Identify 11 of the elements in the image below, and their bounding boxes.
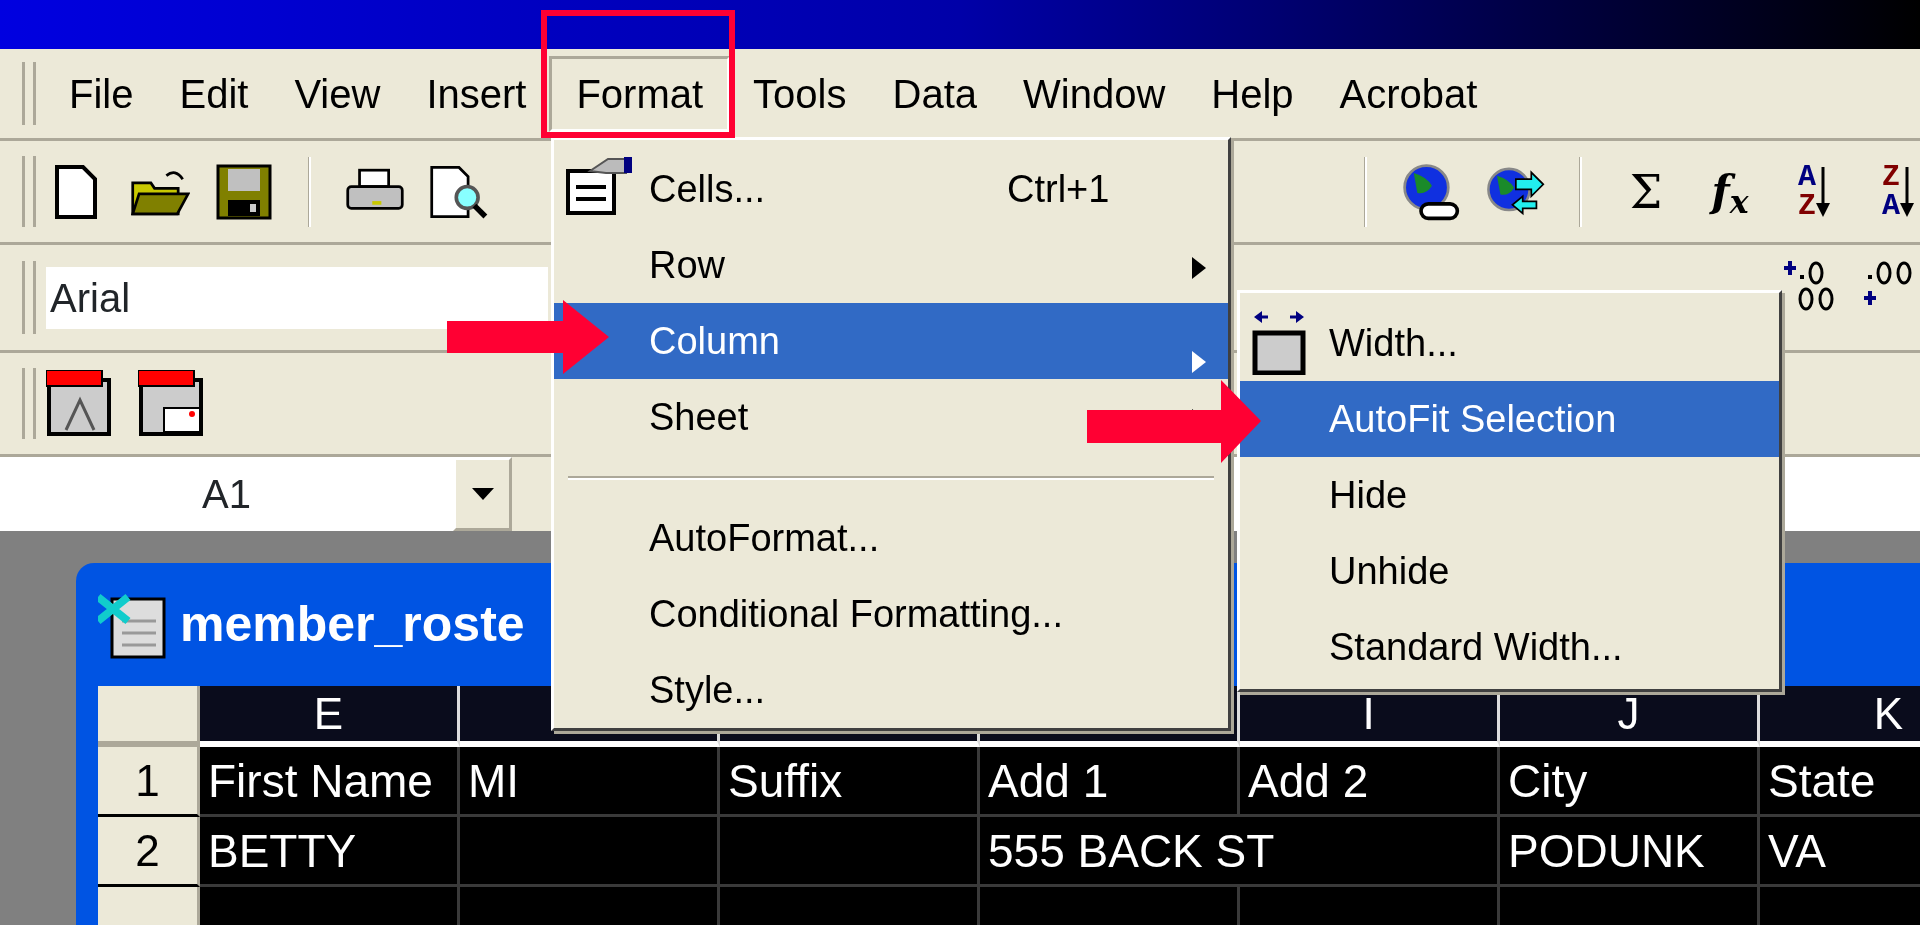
shortcut-text: Ctrl+1 bbox=[1007, 166, 1110, 212]
table-cell: Suffix bbox=[720, 747, 980, 817]
table-cell: PODUNK bbox=[1500, 817, 1760, 887]
table-cell: First Name bbox=[200, 747, 460, 817]
window-title: member_roste bbox=[180, 595, 525, 654]
table-cell: BETTY bbox=[200, 817, 460, 887]
table-cell: MI bbox=[460, 747, 720, 817]
table-cell: Add 1 bbox=[980, 747, 1240, 817]
table-cell: City bbox=[1500, 747, 1760, 817]
table-cell: Add 2 bbox=[1240, 747, 1500, 817]
table-cell: 555 BACK ST bbox=[980, 817, 1500, 887]
